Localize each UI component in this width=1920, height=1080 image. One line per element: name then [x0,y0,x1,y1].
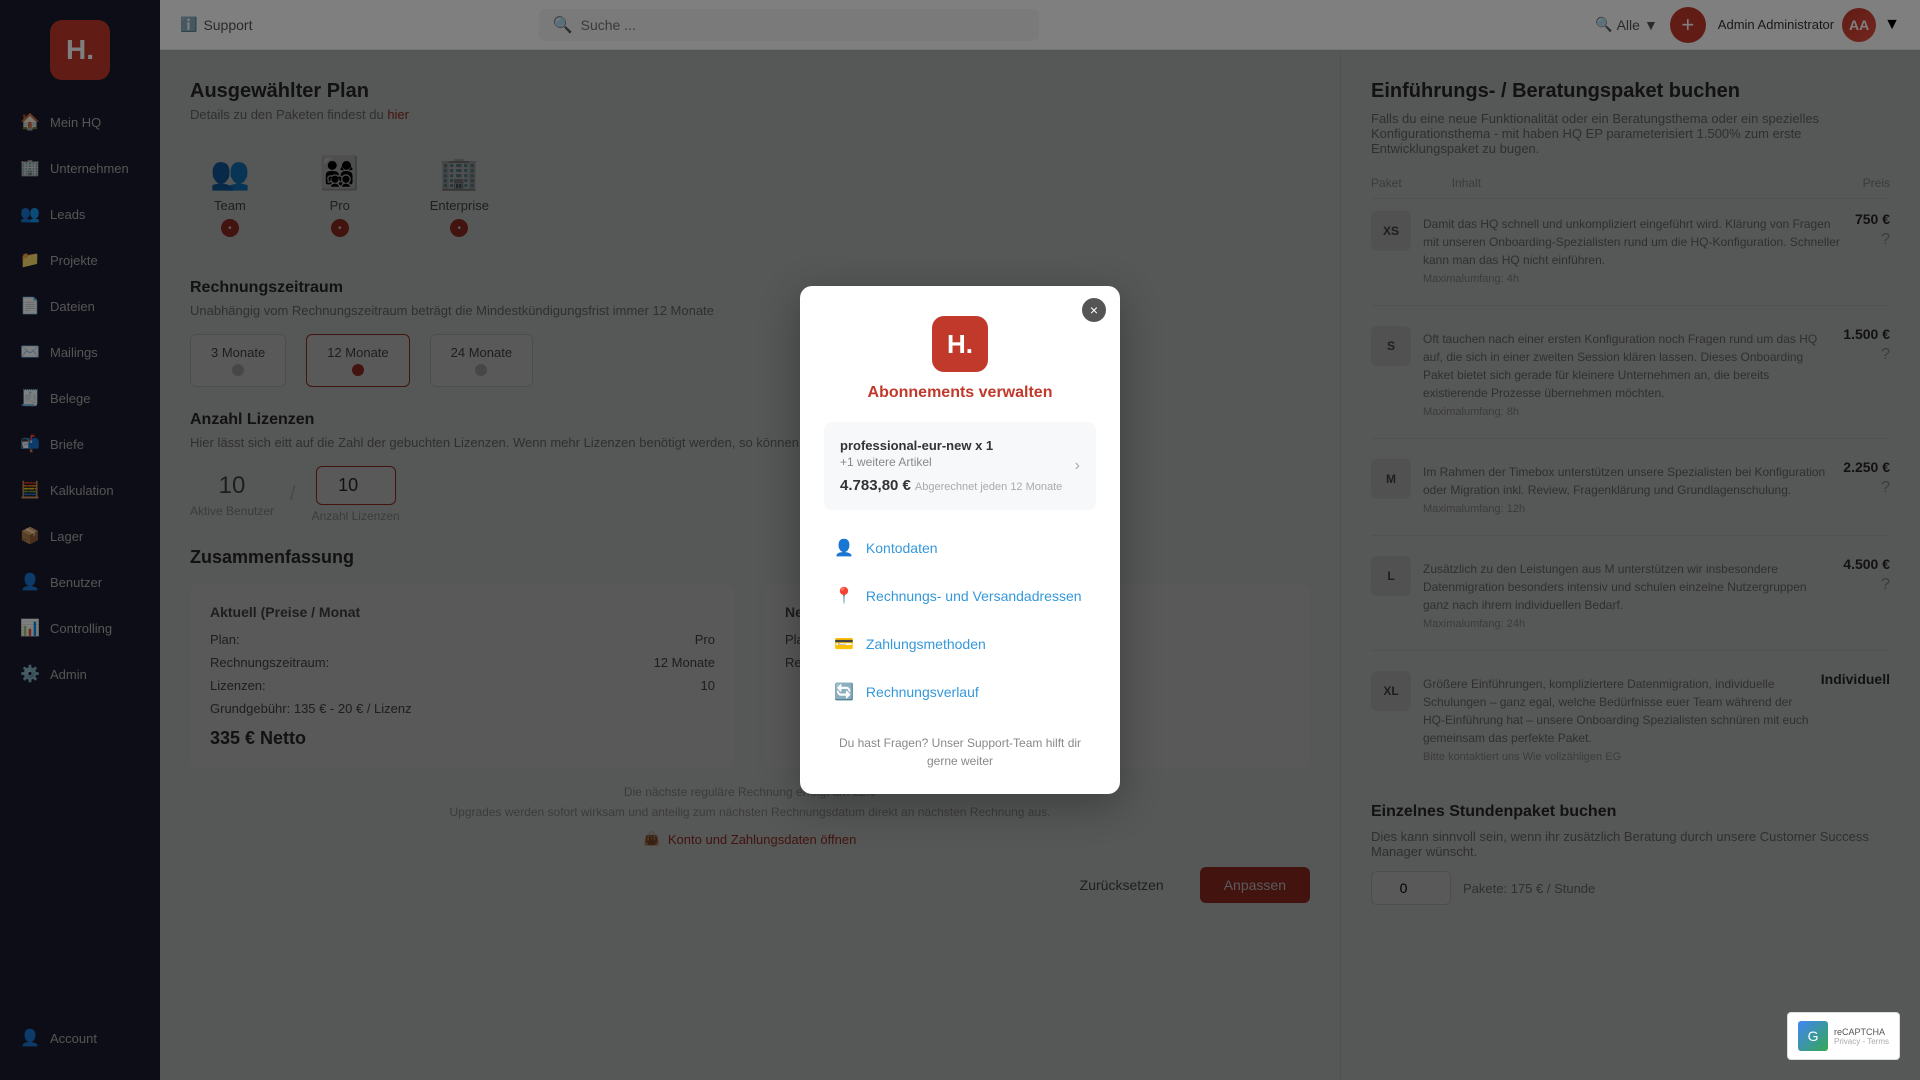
recaptcha-logo: G [1798,1021,1828,1051]
subscription-billing: Abgerechnet jeden 12 Monate [915,481,1062,493]
menu-item-rechnungsverlauf[interactable]: 🔄 Rechnungsverlauf [824,670,1096,714]
subscription-price: 4.783,80 € [840,477,911,494]
modal-menu: 👤 Kontodaten 📍 Rechnungs- und Versandadr… [824,526,1096,714]
menu-item-rechnungs-versand[interactable]: 📍 Rechnungs- und Versandadressen [824,574,1096,618]
history-icon: 🔄 [834,682,854,702]
rechnungs-versand-label: Rechnungs- und Versandadressen [866,588,1082,604]
subscription-name: professional-eur-new x 1 [840,438,1075,453]
modal-title: Abonnements verwalten [824,384,1096,402]
subscription-card[interactable]: professional-eur-new x 1 +1 weitere Arti… [824,422,1096,510]
menu-item-zahlungsmethoden[interactable]: 💳 Zahlungsmethoden [824,622,1096,666]
subscription-more: +1 weitere Artikel [840,455,1075,469]
kontodaten-icon: 👤 [834,538,854,558]
location-icon: 📍 [834,586,854,606]
abonnements-modal: × H. Abonnements verwalten professional-… [800,286,1120,794]
modal-overlay[interactable]: × H. Abonnements verwalten professional-… [0,0,1920,1080]
subscription-arrow-icon: › [1075,457,1080,475]
zahlungsmethoden-label: Zahlungsmethoden [866,636,986,652]
modal-logo: H. [932,316,988,372]
modal-close-button[interactable]: × [1082,298,1106,322]
kontodaten-label: Kontodaten [866,540,938,556]
subscription-info: professional-eur-new x 1 +1 weitere Arti… [840,438,1075,494]
recaptcha-badge: G reCAPTCHA Privacy - Terms [1787,1012,1900,1060]
menu-item-kontodaten[interactable]: 👤 Kontodaten [824,526,1096,570]
creditcard-icon: 💳 [834,634,854,654]
recaptcha-text: reCAPTCHA Privacy - Terms [1834,1027,1889,1046]
modal-footer: Du hast Fragen? Unser Support-Team hilft… [824,734,1096,770]
rechnungsverlauf-label: Rechnungsverlauf [866,684,979,700]
